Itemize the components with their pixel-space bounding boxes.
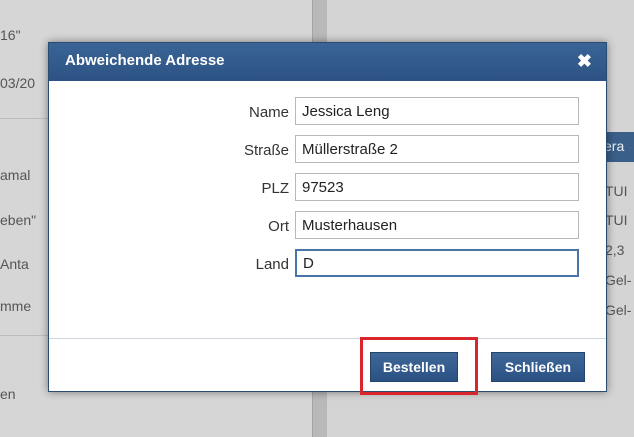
address-dialog: Abweichende Adresse ✖ Name Straße PLZ Or…: [48, 42, 607, 392]
background-text: TUI: [605, 183, 628, 199]
name-label: Name: [248, 104, 289, 121]
street-label: Straße: [243, 142, 289, 159]
background-text: amal: [0, 167, 31, 183]
background-text: Gel-: [605, 302, 632, 318]
background-text: 03/20: [0, 75, 36, 91]
street-input[interactable]: [295, 135, 579, 163]
background-text: 16": [0, 27, 21, 43]
city-label: Ort: [268, 218, 289, 235]
background-text: en: [0, 386, 16, 402]
close-button[interactable]: Schließen: [491, 352, 585, 382]
background-text: mme: [0, 298, 32, 314]
country-input[interactable]: [295, 249, 579, 277]
country-label: Land: [255, 256, 289, 273]
highlight-box: [360, 337, 478, 395]
background-right-header-text: era: [604, 138, 625, 154]
background-text: 2,3: [605, 242, 625, 258]
form-row-country: Land: [49, 249, 606, 281]
dialog-title: Abweichende Adresse: [65, 52, 225, 69]
dialog-header: Abweichende Adresse ✖: [49, 43, 606, 81]
name-input[interactable]: [295, 97, 579, 125]
dialog-footer-divider: [49, 338, 606, 339]
postal-code-label: PLZ: [261, 180, 289, 197]
city-input[interactable]: [295, 211, 579, 239]
form-row-city: Ort: [49, 211, 606, 243]
form-row-name: Name: [49, 97, 606, 129]
close-icon[interactable]: ✖: [577, 51, 592, 72]
form-row-street: Straße: [49, 135, 606, 167]
background-text: Gel-: [605, 272, 632, 288]
background-text: TUI: [605, 212, 628, 228]
postal-code-input[interactable]: [295, 173, 579, 201]
form-row-postal-code: PLZ: [49, 173, 606, 205]
background-text: eben": [0, 212, 37, 228]
background-text: Anta: [0, 256, 29, 272]
